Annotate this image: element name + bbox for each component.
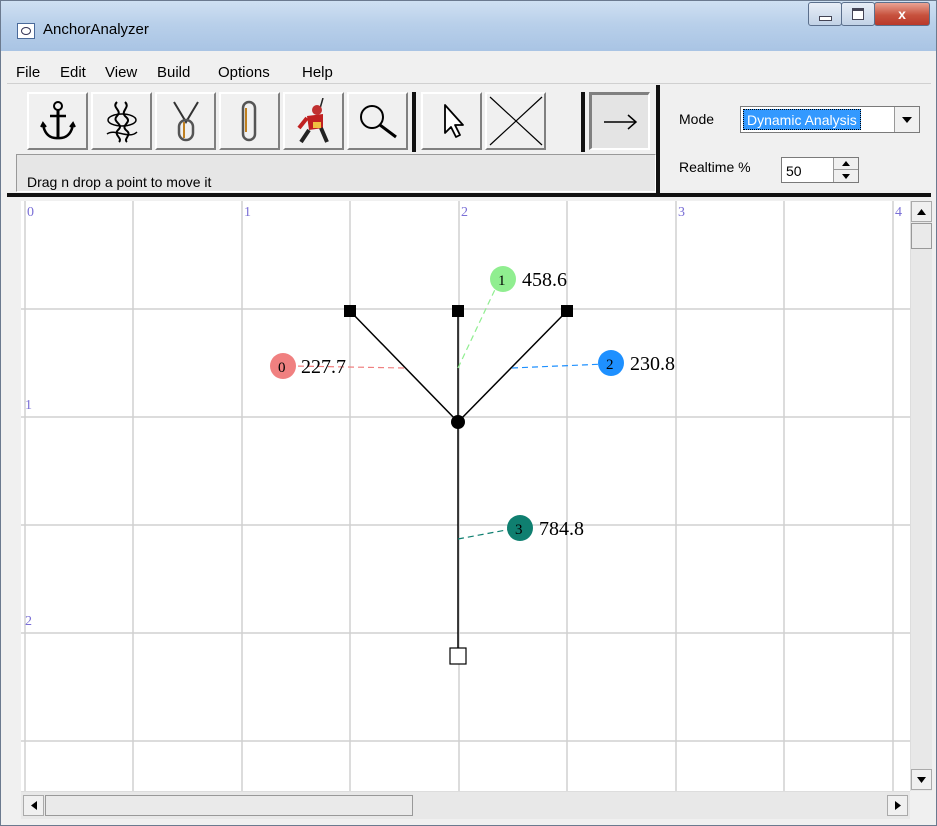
x-axis-label-3: 3 <box>678 205 685 220</box>
carabiner-tool-button[interactable] <box>219 92 280 150</box>
cross-icon <box>489 96 542 146</box>
force-id-1: 1 <box>498 273 506 289</box>
sling-right[interactable] <box>457 310 568 423</box>
zoom-tool-button[interactable] <box>347 92 408 150</box>
toolbar-separator <box>581 92 585 152</box>
minimize-icon <box>818 15 832 21</box>
magnifier-icon <box>359 105 397 139</box>
x-axis-label-1: 1 <box>244 205 251 220</box>
climber-icon <box>296 98 329 144</box>
drawing-canvas[interactable]: 0 1 2 3 4 1 2 0 227.7 1 458.6 2 230.8 3 … <box>21 201 910 791</box>
canvas-left-edge <box>1 201 21 821</box>
title-bar: AnchorAnalyzer x <box>1 1 936 51</box>
minimize-button[interactable] <box>808 2 842 26</box>
realtime-value[interactable]: 50 <box>786 163 802 179</box>
mode-dropdown[interactable]: Dynamic Analysis <box>740 106 920 133</box>
mode-selected-value: Dynamic Analysis <box>743 109 861 130</box>
menu-help[interactable]: Help <box>302 64 333 81</box>
panel-separator <box>656 85 660 197</box>
grid <box>21 201 910 791</box>
close-icon: x <box>898 6 906 22</box>
scroll-down-icon[interactable] <box>911 769 932 790</box>
sling-left[interactable] <box>349 310 459 423</box>
menu-edit[interactable]: Edit <box>60 64 86 81</box>
sling-tool-button[interactable] <box>155 92 216 150</box>
window-title: AnchorAnalyzer <box>43 21 149 38</box>
y-axis-label-1: 1 <box>25 398 32 413</box>
force-id-2: 2 <box>606 357 614 373</box>
mode-label: Mode <box>679 111 715 127</box>
anchor-point-left[interactable] <box>344 305 356 317</box>
anchor-point-center[interactable] <box>452 305 464 317</box>
menu-view[interactable]: View <box>105 64 137 81</box>
scroll-up-icon[interactable] <box>911 201 932 222</box>
scroll-right-icon[interactable] <box>887 795 908 816</box>
cursor-arrow-icon <box>443 104 464 138</box>
vertical-scrollbar[interactable] <box>910 201 932 791</box>
load-point[interactable] <box>449 647 467 665</box>
force-value-1: 458.6 <box>522 269 567 291</box>
force-id-3: 3 <box>515 522 523 538</box>
realtime-spinner <box>833 158 858 182</box>
climber-tool-button[interactable] <box>283 92 344 150</box>
spin-down-icon[interactable] <box>834 170 858 182</box>
force-leader-2 <box>511 363 606 369</box>
force-id-0: 0 <box>278 360 286 376</box>
force-leader-1 <box>457 280 500 369</box>
menu-bar: File Edit View Build Options Help <box>7 59 931 84</box>
y-axis-label-2: 2 <box>25 614 32 629</box>
horizontal-scroll-thumb[interactable] <box>45 795 413 816</box>
realtime-label: Realtime % <box>679 159 751 175</box>
app-icon <box>17 23 35 39</box>
rope-tool-button[interactable] <box>91 92 152 150</box>
x-axis-label-0: 0 <box>27 205 34 220</box>
rigging <box>349 310 568 656</box>
menu-options[interactable]: Options <box>218 64 270 81</box>
rope-bundle-icon <box>106 101 138 143</box>
delete-tool-button[interactable] <box>485 92 546 150</box>
toolbar-separator <box>412 92 416 152</box>
anchor-point-right[interactable] <box>561 305 573 317</box>
status-text: Drag n drop a point to move it <box>27 174 212 190</box>
anchor-tool-button[interactable] <box>27 92 88 150</box>
right-arrow-icon <box>604 113 638 130</box>
master-point[interactable] <box>451 415 465 429</box>
force-value-2: 230.8 <box>630 353 675 375</box>
spin-up-icon[interactable] <box>834 158 858 170</box>
chevron-down-icon[interactable] <box>894 107 919 132</box>
toolbar-bottom-border <box>7 193 931 197</box>
menu-build[interactable]: Build <box>157 64 190 81</box>
anchor-diagram[interactable]: 0 1 2 3 4 1 2 0 227.7 1 458.6 2 230.8 3 … <box>21 201 910 791</box>
close-button[interactable]: x <box>874 2 930 26</box>
status-bar: Drag n drop a point to move it <box>16 154 656 192</box>
vertical-scroll-thumb[interactable] <box>911 223 932 249</box>
force-value-0: 227.7 <box>301 356 346 378</box>
force-value-3: 784.8 <box>539 518 584 540</box>
x-axis-label-2: 2 <box>461 205 468 220</box>
force-markers: 0 227.7 1 458.6 2 230.8 3 784.8 <box>270 266 675 541</box>
select-tool-button[interactable] <box>421 92 482 150</box>
maximize-button[interactable] <box>841 2 875 26</box>
maximize-icon <box>852 8 864 20</box>
realtime-stepper[interactable]: 50 <box>781 157 859 183</box>
scrollbar-corner <box>910 791 932 819</box>
window-controls: x <box>808 2 930 28</box>
app-window: AnchorAnalyzer x File Edit View Build Op… <box>0 0 937 826</box>
carabiner-icon <box>241 100 256 142</box>
menu-file[interactable]: File <box>16 64 40 81</box>
anchor-icon <box>39 101 76 140</box>
x-axis-label-4: 4 <box>895 205 902 220</box>
direction-tool-button[interactable] <box>589 92 650 150</box>
horizontal-scrollbar[interactable] <box>21 791 910 819</box>
scroll-left-icon[interactable] <box>23 795 44 816</box>
sling-icon <box>172 101 199 142</box>
